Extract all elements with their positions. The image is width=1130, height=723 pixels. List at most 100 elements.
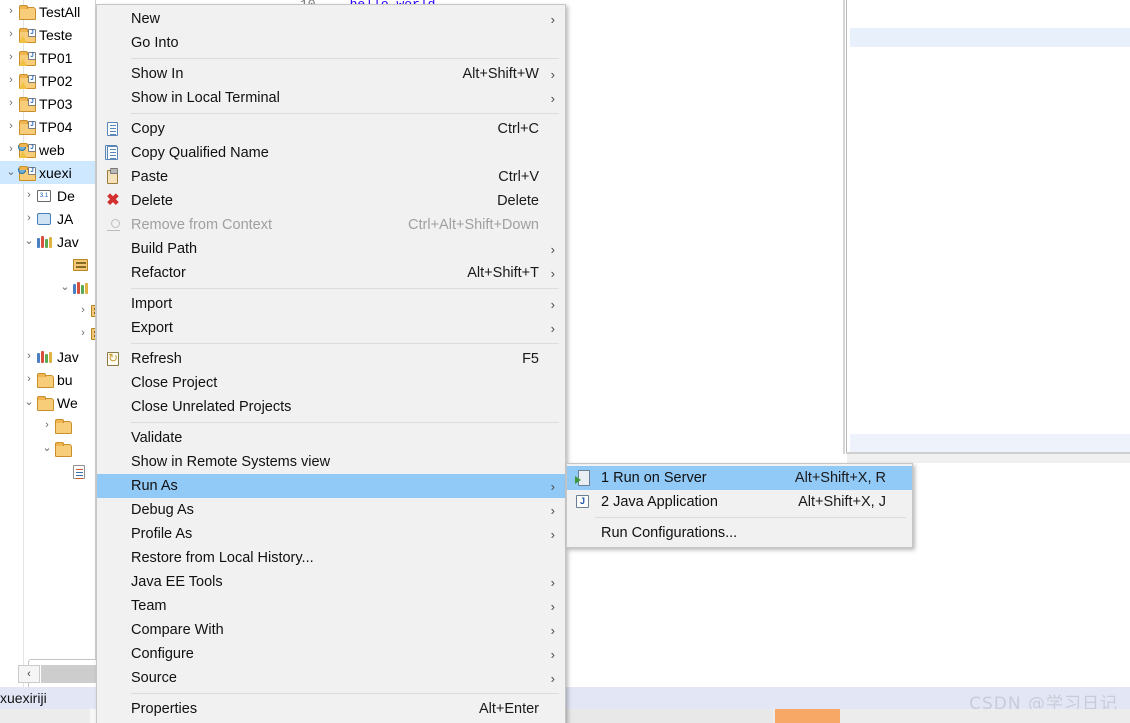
menu-item-label: Run As bbox=[131, 478, 178, 494]
menu-item-2-java-application[interactable]: J 2 Java Application Alt+Shift+X, J bbox=[567, 490, 912, 514]
run-as-submenu[interactable]: 1 Run on Server Alt+Shift+X, R J 2 Java App… bbox=[566, 463, 913, 548]
tree-item[interactable]: › bbox=[0, 299, 95, 322]
menu-item-import[interactable]: Import › bbox=[97, 292, 565, 316]
tree-twisty-icon[interactable]: › bbox=[76, 305, 90, 316]
project-context-menu[interactable]: New › Go Into Show In Alt+Shift+W › Show in Lo… bbox=[96, 4, 566, 723]
menu-item-close-unrelated-projects[interactable]: Close Unrelated Projects bbox=[97, 395, 565, 419]
menu-item-show-in[interactable]: Show In Alt+Shift+W › bbox=[97, 62, 565, 86]
menu-item-go-into[interactable]: Go Into bbox=[97, 31, 565, 55]
menu-item-properties[interactable]: Properties Alt+Enter bbox=[97, 697, 565, 721]
menu-item-source[interactable]: Source › bbox=[97, 666, 565, 690]
menu-item-run-configurations[interactable]: Run Configurations... bbox=[567, 521, 912, 545]
menu-item-icon-slot bbox=[97, 596, 131, 616]
tree-twisty-icon[interactable]: › bbox=[4, 6, 18, 17]
tree-twisty-icon[interactable]: › bbox=[4, 121, 18, 132]
menu-item-icon-slot bbox=[97, 9, 131, 29]
tree-item[interactable]: › 3.1 De bbox=[0, 184, 95, 207]
menu-item-validate[interactable]: Validate bbox=[97, 426, 565, 450]
tree-twisty-icon[interactable]: › bbox=[4, 29, 18, 40]
menu-item-show-in-remote-systems-view[interactable]: Show in Remote Systems view bbox=[97, 450, 565, 474]
tree-twisty-icon[interactable]: › bbox=[22, 213, 36, 224]
tree-twisty-icon[interactable]: › bbox=[22, 190, 36, 201]
warning-badge-icon bbox=[19, 150, 27, 158]
menu-item-icon-slot bbox=[97, 373, 131, 393]
menu-item-restore-from-local-history[interactable]: Restore from Local History... bbox=[97, 546, 565, 570]
menu-item-1-run-on-server[interactable]: 1 Run on Server Alt+Shift+X, R bbox=[567, 466, 912, 490]
tree-item[interactable]: › bbox=[0, 414, 95, 437]
tree-item[interactable]: › J TP03 bbox=[0, 92, 95, 115]
menu-item-configure[interactable]: Configure › bbox=[97, 642, 565, 666]
menu-item-label: New bbox=[131, 11, 161, 27]
menu-item-shortcut: Delete bbox=[497, 193, 539, 209]
tree-item[interactable]: › JA bbox=[0, 207, 95, 230]
menu-item-label: Refresh bbox=[131, 351, 182, 367]
tree-twisty-icon[interactable]: › bbox=[22, 374, 36, 385]
menu-item-build-path[interactable]: Build Path › bbox=[97, 237, 565, 261]
delete-icon-glyph: ✖ bbox=[106, 192, 120, 209]
tree-item[interactable]: › J TP02 bbox=[0, 69, 95, 92]
menu-item-label: Close Unrelated Projects bbox=[131, 399, 292, 415]
tree-item[interactable]: › J Teste bbox=[0, 23, 95, 46]
menu-item-export[interactable]: Export › bbox=[97, 316, 565, 340]
tree-item[interactable]: › J TP01 bbox=[0, 46, 95, 69]
tree-item[interactable]: ⌄ Jxuexi bbox=[0, 161, 95, 184]
menu-item-compare-with[interactable]: Compare With › bbox=[97, 618, 565, 642]
tree-item[interactable]: ⌄ bbox=[0, 276, 95, 299]
menu-item-shortcut: Alt+Shift+X, J bbox=[798, 494, 886, 510]
tree-item[interactable] bbox=[0, 253, 95, 276]
menu-item-refactor[interactable]: Refactor Alt+Shift+T › bbox=[97, 261, 565, 285]
tree-item[interactable]: › Jweb bbox=[0, 138, 95, 161]
menu-item-new[interactable]: New › bbox=[97, 7, 565, 31]
tree-item[interactable]: ⌄ bbox=[0, 437, 95, 460]
menu-item-delete[interactable]: ✖ Delete Delete bbox=[97, 189, 565, 213]
menu-item-icon-slot bbox=[567, 523, 601, 543]
tree-twisty-icon[interactable]: › bbox=[4, 98, 18, 109]
taskbar-active-item[interactable] bbox=[775, 709, 840, 723]
tree-item[interactable]: › bu bbox=[0, 368, 95, 391]
tree-twisty-icon[interactable]: ⌄ bbox=[4, 167, 18, 178]
tree-item-label: JA bbox=[57, 210, 74, 227]
menu-item-shortcut: Alt+Shift+T bbox=[467, 265, 539, 281]
menu-item-refresh[interactable]: Refresh F5 bbox=[97, 347, 565, 371]
tree-twisty-icon[interactable]: › bbox=[22, 351, 36, 362]
menu-item-copy-qualified-name[interactable]: Copy Qualified Name bbox=[97, 141, 565, 165]
menu-item-paste[interactable]: Paste Ctrl+V bbox=[97, 165, 565, 189]
tree-twisty-icon[interactable]: › bbox=[40, 420, 54, 431]
tree-twisty-icon[interactable]: › bbox=[76, 328, 90, 339]
menu-item-label: Run Configurations... bbox=[601, 525, 738, 541]
jax-ws-icon bbox=[36, 211, 54, 227]
java-project-icon: J bbox=[18, 119, 36, 135]
tree-item[interactable] bbox=[0, 460, 95, 483]
java-badge-icon: J bbox=[28, 97, 36, 106]
menu-item-java-ee-tools[interactable]: Java EE Tools › bbox=[97, 570, 565, 594]
tree-twisty-icon[interactable]: › bbox=[4, 75, 18, 86]
tree-item[interactable]: › Jav bbox=[0, 345, 95, 368]
tree-twisty-icon[interactable]: ⌄ bbox=[22, 397, 36, 408]
menu-item-icon-slot bbox=[97, 64, 131, 84]
tree-twisty-icon[interactable]: › bbox=[4, 52, 18, 63]
menu-item-show-in-local-terminal[interactable]: Show in Local Terminal › bbox=[97, 86, 565, 110]
tree-twisty-icon[interactable]: ⌄ bbox=[58, 282, 72, 293]
menu-item-team[interactable]: Team › bbox=[97, 594, 565, 618]
menu-item-label: Java EE Tools bbox=[131, 574, 223, 590]
editor-highlighted-line bbox=[850, 28, 1130, 47]
tree-item[interactable]: › TestAll bbox=[0, 0, 95, 23]
tree-twisty-icon[interactable]: ⌄ bbox=[22, 236, 36, 247]
project-tree[interactable]: › TestAll › J Teste › J TP01 › J TP02 › J TP03 › J TP04 ›… bbox=[0, 0, 95, 483]
tree-twisty-icon[interactable]: › bbox=[4, 144, 18, 155]
folder-icon bbox=[54, 418, 72, 434]
tree-item[interactable]: ⌄ Jav bbox=[0, 230, 95, 253]
tree-twisty-icon[interactable]: ⌄ bbox=[40, 443, 54, 454]
tree-item[interactable]: ⌄ We bbox=[0, 391, 95, 414]
menu-item-icon-slot bbox=[97, 452, 131, 472]
horizontal-scroll-left-arrow[interactable]: ‹ bbox=[18, 665, 40, 683]
project-explorer[interactable]: › TestAll › J Teste › J TP01 › J TP02 › J TP03 › J TP04 ›… bbox=[0, 0, 96, 693]
tree-item-label: We bbox=[57, 394, 78, 411]
tree-item[interactable]: › J TP04 bbox=[0, 115, 95, 138]
menu-item-profile-as[interactable]: Profile As › bbox=[97, 522, 565, 546]
menu-item-run-as[interactable]: Run As › bbox=[97, 474, 565, 498]
menu-item-close-project[interactable]: Close Project bbox=[97, 371, 565, 395]
menu-item-debug-as[interactable]: Debug As › bbox=[97, 498, 565, 522]
tree-item[interactable]: › bbox=[0, 322, 95, 345]
menu-item-copy[interactable]: Copy Ctrl+C bbox=[97, 117, 565, 141]
